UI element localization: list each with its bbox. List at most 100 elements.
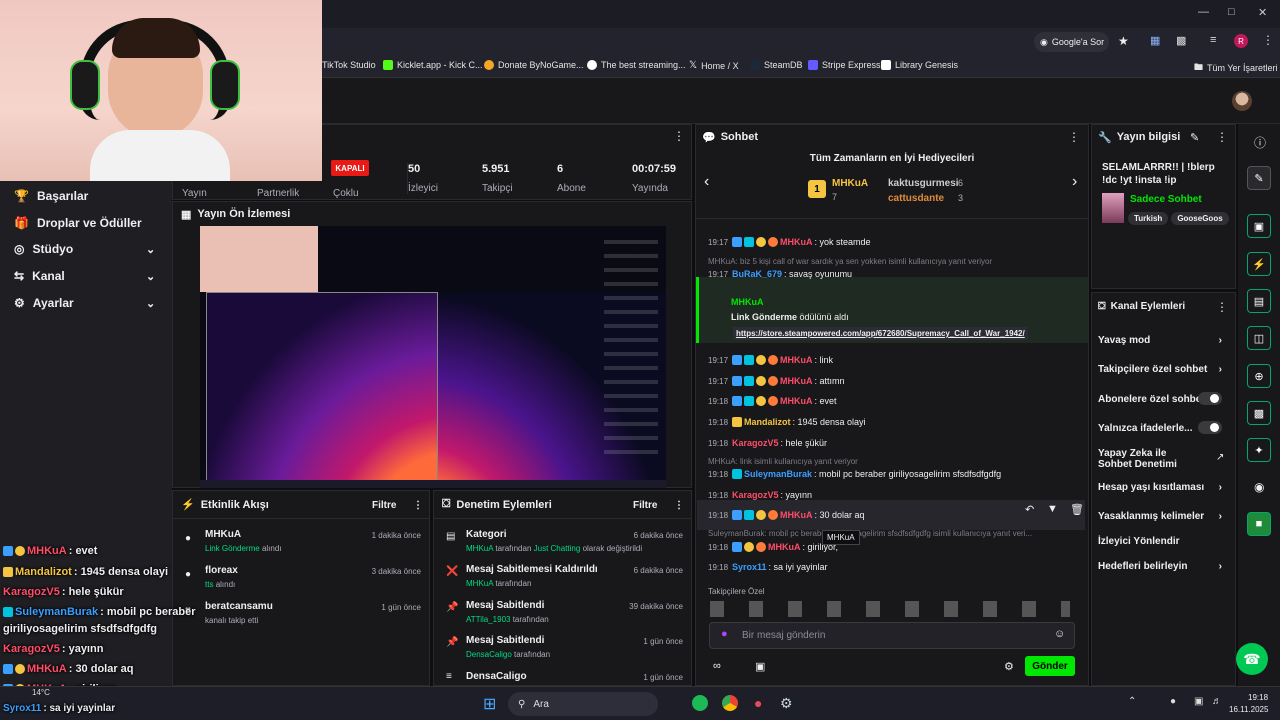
store-icon[interactable]: ▣ bbox=[755, 660, 765, 673]
points-icon[interactable]: ∞ bbox=[713, 660, 721, 672]
pin-icon[interactable]: ▼ bbox=[1047, 503, 1058, 515]
clock-date[interactable]: 16.11.2025 bbox=[1229, 705, 1268, 714]
action-banned-words[interactable]: Yasaklanmış kelimeler › bbox=[1098, 511, 1228, 522]
windows-start-icon[interactable]: ⊞ bbox=[483, 694, 496, 714]
network-icon[interactable]: ▣ bbox=[1194, 696, 1203, 707]
more-icon[interactable]: ⋮ bbox=[1216, 130, 1228, 144]
app-icon[interactable]: ■ bbox=[1247, 512, 1271, 536]
chat-message: 19:17 MHKuA: yok steamde bbox=[708, 237, 871, 247]
mod-filter-button[interactable]: Filtre bbox=[633, 500, 657, 511]
desktop-icons bbox=[604, 230, 658, 460]
share-icon[interactable]: ◉ bbox=[1254, 480, 1264, 494]
stat-uptime: 00:07:59 Yayında bbox=[632, 163, 677, 194]
chat-message: 19:18 KaragozV5: hele şükür bbox=[708, 438, 828, 448]
bookmark-item[interactable]: TikTok Studio bbox=[322, 60, 376, 70]
emote-row[interactable] bbox=[710, 601, 1070, 617]
info-icon[interactable]: ⓘ bbox=[1254, 134, 1266, 151]
menu-icon[interactable]: ⋮ bbox=[1262, 33, 1274, 47]
layers-icon[interactable]: ▩ bbox=[1247, 401, 1271, 425]
bookmark-item[interactable]: SteamDB bbox=[750, 60, 803, 70]
emoji-icon[interactable]: ☺ bbox=[1054, 628, 1065, 640]
chrome-icon[interactable] bbox=[722, 695, 738, 711]
stream-preview-image[interactable] bbox=[200, 226, 666, 488]
extensions-icon[interactable]: ▩ bbox=[1176, 34, 1186, 47]
edit-icon[interactable]: ✎ bbox=[1190, 131, 1199, 144]
mic-icon[interactable]: ● bbox=[1170, 696, 1176, 707]
minimize-icon[interactable]: — bbox=[1198, 6, 1209, 18]
external-link-icon[interactable]: ↗ bbox=[1216, 452, 1224, 463]
nav-settings[interactable]: ⚙ Ayarlar ⌄ bbox=[14, 296, 155, 310]
gift-event-link[interactable]: https://store.steampowered.com/app/67268… bbox=[733, 327, 1028, 340]
more-icon[interactable]: ⋮ bbox=[674, 500, 684, 511]
spotify-icon[interactable] bbox=[692, 695, 708, 711]
volume-icon[interactable]: ♬ bbox=[1212, 696, 1222, 707]
more-icon[interactable]: ⋮ bbox=[673, 129, 685, 143]
profile-icon[interactable]: R bbox=[1234, 34, 1248, 48]
nav-studio[interactable]: ◎ Stüdyo ⌄ bbox=[14, 242, 155, 256]
document-icon[interactable]: ▤ bbox=[1247, 289, 1271, 313]
chat-icon[interactable]: ◫ bbox=[1247, 326, 1271, 350]
all-bookmarks[interactable]: 🖿 Tüm Yer İşaretleri bbox=[1194, 60, 1278, 76]
chevron-left-icon[interactable]: ‹ bbox=[704, 173, 709, 191]
chat-message: 19:18 MHKuA: giriliyor, bbox=[708, 542, 839, 552]
edit-icon[interactable]: ✎ bbox=[1247, 166, 1271, 190]
broadcast-icon[interactable]: ⊕ bbox=[1247, 364, 1271, 388]
media-icon[interactable]: ≡ bbox=[1210, 34, 1216, 46]
clip-icon[interactable]: ▣ bbox=[1247, 214, 1271, 238]
translate-icon[interactable]: ▦ bbox=[1150, 34, 1160, 47]
chevron-right-icon: › bbox=[1218, 561, 1222, 572]
more-icon[interactable]: ⋮ bbox=[413, 500, 423, 511]
bookmark-item[interactable]: Donate ByNoGame... bbox=[484, 60, 584, 70]
weather-temp[interactable]: 14°C bbox=[32, 688, 50, 697]
action-set-goals[interactable]: Hedefleri belirleyin › bbox=[1098, 561, 1228, 572]
action-redirect-viewers[interactable]: İzleyici Yönlendir bbox=[1098, 536, 1228, 547]
tray-chevron-icon[interactable]: ⌃ bbox=[1128, 696, 1136, 707]
user-avatar[interactable] bbox=[1232, 91, 1252, 111]
toggle-switch[interactable] bbox=[1198, 392, 1222, 405]
action-slow-mode[interactable]: Yavaş mod › bbox=[1098, 335, 1228, 346]
support-icon[interactable]: ☎ bbox=[1236, 643, 1268, 675]
chat-input[interactable]: Bir mesaj gönderin bbox=[709, 622, 1075, 649]
star-icon[interactable]: ★ bbox=[1118, 34, 1129, 48]
action-subs-only[interactable]: Abonelere özel sohbet bbox=[1098, 392, 1228, 405]
delete-icon[interactable]: 🗑 bbox=[1070, 503, 1084, 516]
webcam-overlay bbox=[0, 0, 322, 181]
lightning-icon[interactable]: ⚡ bbox=[1247, 252, 1271, 276]
taskbar-search[interactable]: ⚲ Ara bbox=[508, 692, 658, 716]
tools-icon[interactable]: ✦ bbox=[1247, 438, 1271, 462]
action-emote-only[interactable]: Yalnızca ifadelerle... bbox=[1098, 421, 1228, 434]
bookmark-item[interactable]: Kicklet.app - Kick C... bbox=[383, 60, 483, 70]
activity-filter-button[interactable]: Filtre bbox=[372, 500, 396, 511]
more-icon[interactable]: ⋮ bbox=[1068, 130, 1080, 144]
mod-event: ❌ Mesaj Sabitlemesi Kaldırıldı MHKuA tara… bbox=[446, 564, 683, 588]
overlay-chat-line: giriliyosagelirim sfsdfsdfgdfg bbox=[3, 623, 158, 635]
bookmark-item[interactable]: 𝕏 Home / X bbox=[689, 60, 739, 71]
gifter-count: 3 bbox=[958, 193, 964, 203]
action-ai-moderation[interactable]: Yapay Zeka ile Sohbet Denetimi bbox=[1098, 448, 1198, 470]
gear-icon[interactable]: ⚙ bbox=[1004, 660, 1014, 673]
nav-drops[interactable]: 🎁 Droplar ve Ödüller bbox=[14, 216, 142, 230]
chevron-right-icon[interactable]: › bbox=[1072, 173, 1077, 191]
google-search-pill[interactable]: ◉ Google'a Sor bbox=[1034, 32, 1109, 52]
mic-icon[interactable]: ● bbox=[721, 628, 728, 640]
send-button[interactable]: Gönder bbox=[1025, 656, 1075, 676]
clock-time[interactable]: 19:18 bbox=[1248, 693, 1268, 702]
close-icon[interactable]: ✕ bbox=[1258, 6, 1267, 19]
info-title: Yayın bilgisi bbox=[1116, 131, 1181, 143]
chat-message: 19:17 MHKuA: link bbox=[708, 355, 834, 365]
category-name[interactable]: Sadece Sohbet bbox=[1130, 194, 1202, 205]
action-followers-only[interactable]: Takipçilere özel sohbet › bbox=[1098, 364, 1228, 375]
nav-channel[interactable]: ⇆ Kanal ⌄ bbox=[14, 269, 155, 283]
steam-icon[interactable]: ⚙ bbox=[780, 695, 793, 712]
bookmark-item[interactable]: Library Genesis bbox=[881, 60, 958, 70]
nav-achievements[interactable]: 🏆 Başarılar bbox=[14, 189, 88, 203]
reply-icon[interactable]: ↶ bbox=[1025, 503, 1034, 516]
toggle-switch[interactable] bbox=[1198, 421, 1222, 434]
gift-event-card: MHKuA Link Gönderme ödülünü aldı https:/… bbox=[696, 277, 1088, 343]
maximize-icon[interactable]: □ bbox=[1228, 6, 1235, 18]
more-icon[interactable]: ⋮ bbox=[1216, 300, 1228, 314]
action-account-age[interactable]: Hesap yaşı kısıtlaması › bbox=[1098, 482, 1228, 493]
bookmark-item[interactable]: Stripe Express bbox=[808, 60, 881, 70]
app-pin-icon[interactable]: ● bbox=[754, 695, 762, 711]
bookmark-item[interactable]: The best streaming... bbox=[587, 60, 686, 70]
